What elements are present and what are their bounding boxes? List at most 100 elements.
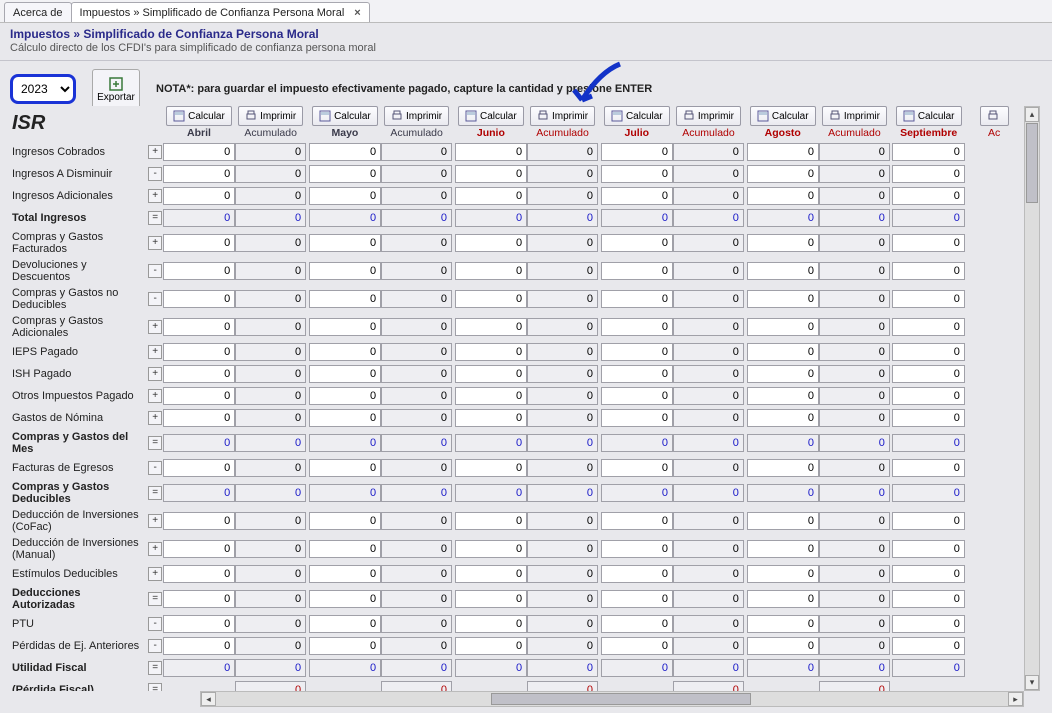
cell[interactable]: 0 (673, 209, 744, 227)
cell[interactable]: 0 (235, 187, 306, 205)
cell[interactable]: 0 (673, 659, 744, 677)
cell[interactable]: 0 (527, 484, 598, 502)
cell[interactable]: 0 (527, 165, 598, 183)
cell[interactable]: 0 (381, 565, 452, 583)
cell[interactable]: 0 (309, 387, 381, 405)
cell[interactable]: 0 (601, 409, 673, 427)
calcular-button-0[interactable]: Calcular (166, 106, 232, 126)
cell[interactable]: 0 (455, 165, 527, 183)
cell[interactable]: 0 (892, 434, 964, 452)
cell[interactable]: 0 (527, 409, 598, 427)
cell[interactable]: 0 (235, 540, 306, 558)
cell[interactable]: 0 (747, 590, 819, 608)
cell[interactable]: 0 (673, 681, 744, 691)
cell[interactable]: 0 (381, 540, 452, 558)
cell[interactable]: 0 (163, 512, 235, 530)
cell[interactable]: 0 (673, 637, 744, 655)
vertical-scrollbar[interactable]: ▴ ▾ (1024, 106, 1040, 691)
cell[interactable]: 0 (309, 409, 381, 427)
cell[interactable]: 0 (163, 409, 235, 427)
cell[interactable]: 0 (309, 590, 381, 608)
cell[interactable]: 0 (747, 434, 819, 452)
cell[interactable]: 0 (235, 484, 306, 502)
cell[interactable]: 0 (163, 459, 235, 477)
cell[interactable]: 0 (601, 459, 673, 477)
cell[interactable]: 0 (527, 615, 598, 633)
cell[interactable]: 0 (673, 343, 744, 361)
cell[interactable]: 0 (381, 615, 452, 633)
cell[interactable]: 0 (527, 540, 598, 558)
cell[interactable]: 0 (455, 365, 527, 383)
cell[interactable]: 0 (527, 512, 598, 530)
cell[interactable]: 0 (673, 512, 744, 530)
imprimir-button-2[interactable]: Imprimir (530, 106, 595, 126)
cell[interactable]: 0 (455, 387, 527, 405)
cell[interactable]: 0 (309, 343, 381, 361)
cell[interactable]: 0 (381, 659, 452, 677)
cell[interactable]: 0 (381, 209, 452, 227)
calcular-button-1[interactable]: Calcular (312, 106, 378, 126)
cell[interactable]: 0 (819, 540, 890, 558)
calcular-button-2[interactable]: Calcular (458, 106, 524, 126)
cell[interactable]: 0 (527, 637, 598, 655)
cell[interactable]: 0 (309, 187, 381, 205)
cell[interactable]: 0 (235, 143, 306, 161)
cell[interactable]: 0 (819, 387, 890, 405)
cell[interactable]: 0 (163, 565, 235, 583)
cell[interactable]: 0 (309, 540, 381, 558)
cell[interactable]: 0 (601, 590, 673, 608)
cell[interactable]: 0 (892, 290, 964, 308)
cell[interactable]: 0 (892, 409, 964, 427)
cell[interactable]: 0 (235, 209, 306, 227)
cell[interactable]: 0 (892, 209, 964, 227)
imprimir-button-3[interactable]: Imprimir (676, 106, 741, 126)
cell[interactable]: 0 (309, 262, 381, 280)
cell[interactable]: 0 (747, 365, 819, 383)
cell[interactable]: 0 (747, 187, 819, 205)
export-button[interactable]: Exportar (92, 69, 140, 109)
imprimir-button-1[interactable]: Imprimir (384, 106, 449, 126)
horizontal-scrollbar[interactable]: ◂ ▸ (200, 691, 1024, 707)
cell[interactable]: 0 (455, 290, 527, 308)
cell[interactable]: 0 (309, 637, 381, 655)
cell[interactable]: 0 (819, 590, 890, 608)
cell[interactable]: 0 (163, 209, 235, 227)
cell[interactable]: 0 (163, 187, 235, 205)
cell[interactable]: 0 (455, 512, 527, 530)
cell[interactable]: 0 (747, 165, 819, 183)
cell[interactable]: 0 (381, 637, 452, 655)
cell[interactable]: 0 (892, 540, 964, 558)
hscroll-thumb[interactable] (491, 693, 751, 705)
cell[interactable]: 0 (892, 387, 964, 405)
cell[interactable]: 0 (747, 409, 819, 427)
cell[interactable]: 0 (673, 434, 744, 452)
cell[interactable]: 0 (892, 565, 964, 583)
cell[interactable]: 0 (163, 434, 235, 452)
cell[interactable]: 0 (601, 512, 673, 530)
cell[interactable]: 0 (381, 262, 452, 280)
cell[interactable]: 0 (381, 165, 452, 183)
cell[interactable]: 0 (381, 409, 452, 427)
cell[interactable]: 0 (309, 318, 381, 336)
cell[interactable]: 0 (601, 187, 673, 205)
cell[interactable]: 0 (819, 343, 890, 361)
cell[interactable]: 0 (819, 234, 890, 252)
cell[interactable]: 0 (819, 187, 890, 205)
cell[interactable]: 0 (381, 318, 452, 336)
cell[interactable]: 0 (309, 565, 381, 583)
cell[interactable]: 0 (235, 165, 306, 183)
cell[interactable]: 0 (381, 187, 452, 205)
cell[interactable]: 0 (163, 318, 235, 336)
cell[interactable]: 0 (235, 343, 306, 361)
scroll-down-button[interactable]: ▾ (1025, 675, 1039, 690)
cell[interactable]: 0 (673, 143, 744, 161)
cell[interactable]: 0 (309, 365, 381, 383)
cell[interactable]: 0 (601, 540, 673, 558)
cell[interactable]: 0 (819, 434, 890, 452)
cell[interactable]: 0 (235, 262, 306, 280)
cell[interactable]: 0 (455, 318, 527, 336)
cell[interactable]: 0 (527, 187, 598, 205)
cell[interactable]: 0 (309, 143, 381, 161)
cell[interactable]: 0 (673, 590, 744, 608)
cell[interactable]: 0 (673, 290, 744, 308)
